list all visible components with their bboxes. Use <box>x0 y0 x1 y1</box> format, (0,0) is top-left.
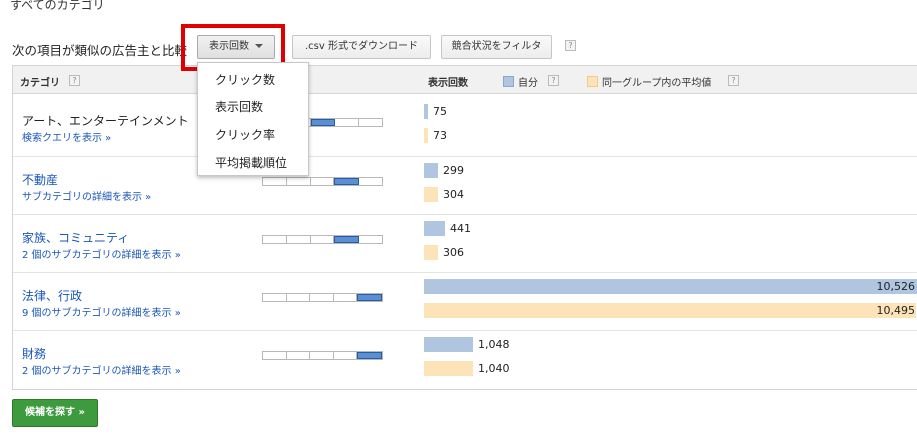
average-value: 10,495 <box>876 304 916 317</box>
scale-segment <box>359 236 382 243</box>
scale-segment <box>359 178 382 185</box>
self-bar <box>424 163 438 178</box>
table-row: 不動産 サブカテゴリの詳細を表示 » 299 304 <box>13 156 917 214</box>
category-detail-link[interactable]: 9 個のサブカテゴリの詳細を表示 » <box>22 304 181 319</box>
self-bar <box>424 279 917 294</box>
category-name[interactable]: 家族、コミュニティ <box>22 229 129 246</box>
column-header-category: カテゴリ <box>20 78 60 89</box>
scale-segment <box>263 294 287 301</box>
average-bar <box>424 361 473 376</box>
competition-scale <box>262 293 383 302</box>
self-bar <box>424 104 428 119</box>
scale-segment <box>333 294 358 301</box>
scale-segment <box>357 352 382 359</box>
table-row: 法律、行政 9 個のサブカテゴリの詳細を表示 » 10,526 10,495 <box>13 272 917 330</box>
average-value: 1,040 <box>478 362 510 375</box>
category-name[interactable]: 不動産 <box>22 171 58 188</box>
average-bar <box>424 187 438 202</box>
category-detail-link[interactable]: 2 個のサブカテゴリの詳細を表示 » <box>22 362 181 377</box>
category-name[interactable]: 財務 <box>22 345 46 362</box>
scale-segment <box>335 119 360 126</box>
scale-segment <box>286 294 311 301</box>
table-row: アート、エンターテインメント 検索クエリを表示 » 75 73 <box>13 98 917 156</box>
table-row: 財務 2 個のサブカテゴリの詳細を表示 » 1,048 1,040 <box>13 330 917 388</box>
legend-average-swatch <box>587 76 598 87</box>
metric-dropdown-menu: クリック数 表示回数 クリック率 平均掲載順位 <box>197 62 309 176</box>
help-icon[interactable]: ? <box>565 40 576 51</box>
help-icon[interactable]: ? <box>69 75 80 86</box>
compare-label: 次の項目が類似の広告主と比較 <box>12 43 188 58</box>
scale-segment <box>359 119 382 126</box>
self-bar <box>424 337 473 352</box>
scale-segment <box>334 178 360 185</box>
dropdown-item-ctr[interactable]: クリック率 <box>215 126 275 143</box>
average-bar <box>424 128 428 143</box>
average-bar <box>424 245 438 260</box>
self-value: 10,526 <box>876 280 916 293</box>
help-icon[interactable]: ? <box>548 75 559 86</box>
competition-scale <box>262 351 383 360</box>
scale-segment <box>263 236 287 243</box>
average-value: 73 <box>433 129 447 142</box>
competition-scale <box>262 235 383 244</box>
scale-segment <box>310 178 335 185</box>
dropdown-item-clicks[interactable]: クリック数 <box>215 71 275 88</box>
dropdown-item-avg-position[interactable]: 平均掲載順位 <box>215 154 287 171</box>
self-value: 1,048 <box>478 338 510 351</box>
scale-segment <box>286 352 311 359</box>
category-detail-link[interactable]: 2 個のサブカテゴリの詳細を表示 » <box>22 246 181 261</box>
average-value: 304 <box>443 188 464 201</box>
category-detail-link[interactable]: 検索クエリを表示 » <box>22 129 111 144</box>
average-bar <box>424 303 916 318</box>
category-detail-link[interactable]: サブカテゴリの詳細を表示 » <box>22 188 151 203</box>
scale-segment <box>263 352 287 359</box>
scale-segment <box>310 236 335 243</box>
self-value: 75 <box>433 105 447 118</box>
legend-self-swatch <box>503 76 514 87</box>
category-name: アート、エンターテインメント <box>22 114 189 128</box>
scale-segment <box>357 294 382 301</box>
self-value: 299 <box>443 164 464 177</box>
self-value: 441 <box>450 222 471 235</box>
find-candidates-button[interactable]: 候補を探す » <box>12 399 98 427</box>
self-bar <box>424 221 445 236</box>
legend-average-label: 同一グループ内の平均値 <box>602 78 712 89</box>
scale-segment <box>286 178 311 185</box>
page-title: すべてのカテゴリ <box>10 0 105 12</box>
table-row: 家族、コミュニティ 2 個のサブカテゴリの詳細を表示 » 441 306 <box>13 214 917 272</box>
dropdown-item-impressions[interactable]: 表示回数 <box>215 98 263 115</box>
scale-segment <box>263 178 287 185</box>
average-value: 306 <box>443 246 464 259</box>
competition-scale <box>262 177 383 186</box>
scale-segment <box>286 236 311 243</box>
scale-segment <box>333 352 358 359</box>
help-icon[interactable]: ? <box>728 75 739 86</box>
csv-download-button[interactable]: .csv 形式でダウンロード <box>292 35 431 59</box>
scale-segment <box>334 236 360 243</box>
scale-segment <box>310 352 334 359</box>
category-name[interactable]: 法律、行政 <box>22 287 82 304</box>
scale-segment <box>310 119 336 126</box>
column-header-metric: 表示回数 <box>428 78 468 89</box>
legend-self-label: 自分 <box>518 78 538 89</box>
scale-segment <box>310 294 334 301</box>
competition-filter-button[interactable]: 競合状況をフィルタ <box>441 35 552 59</box>
